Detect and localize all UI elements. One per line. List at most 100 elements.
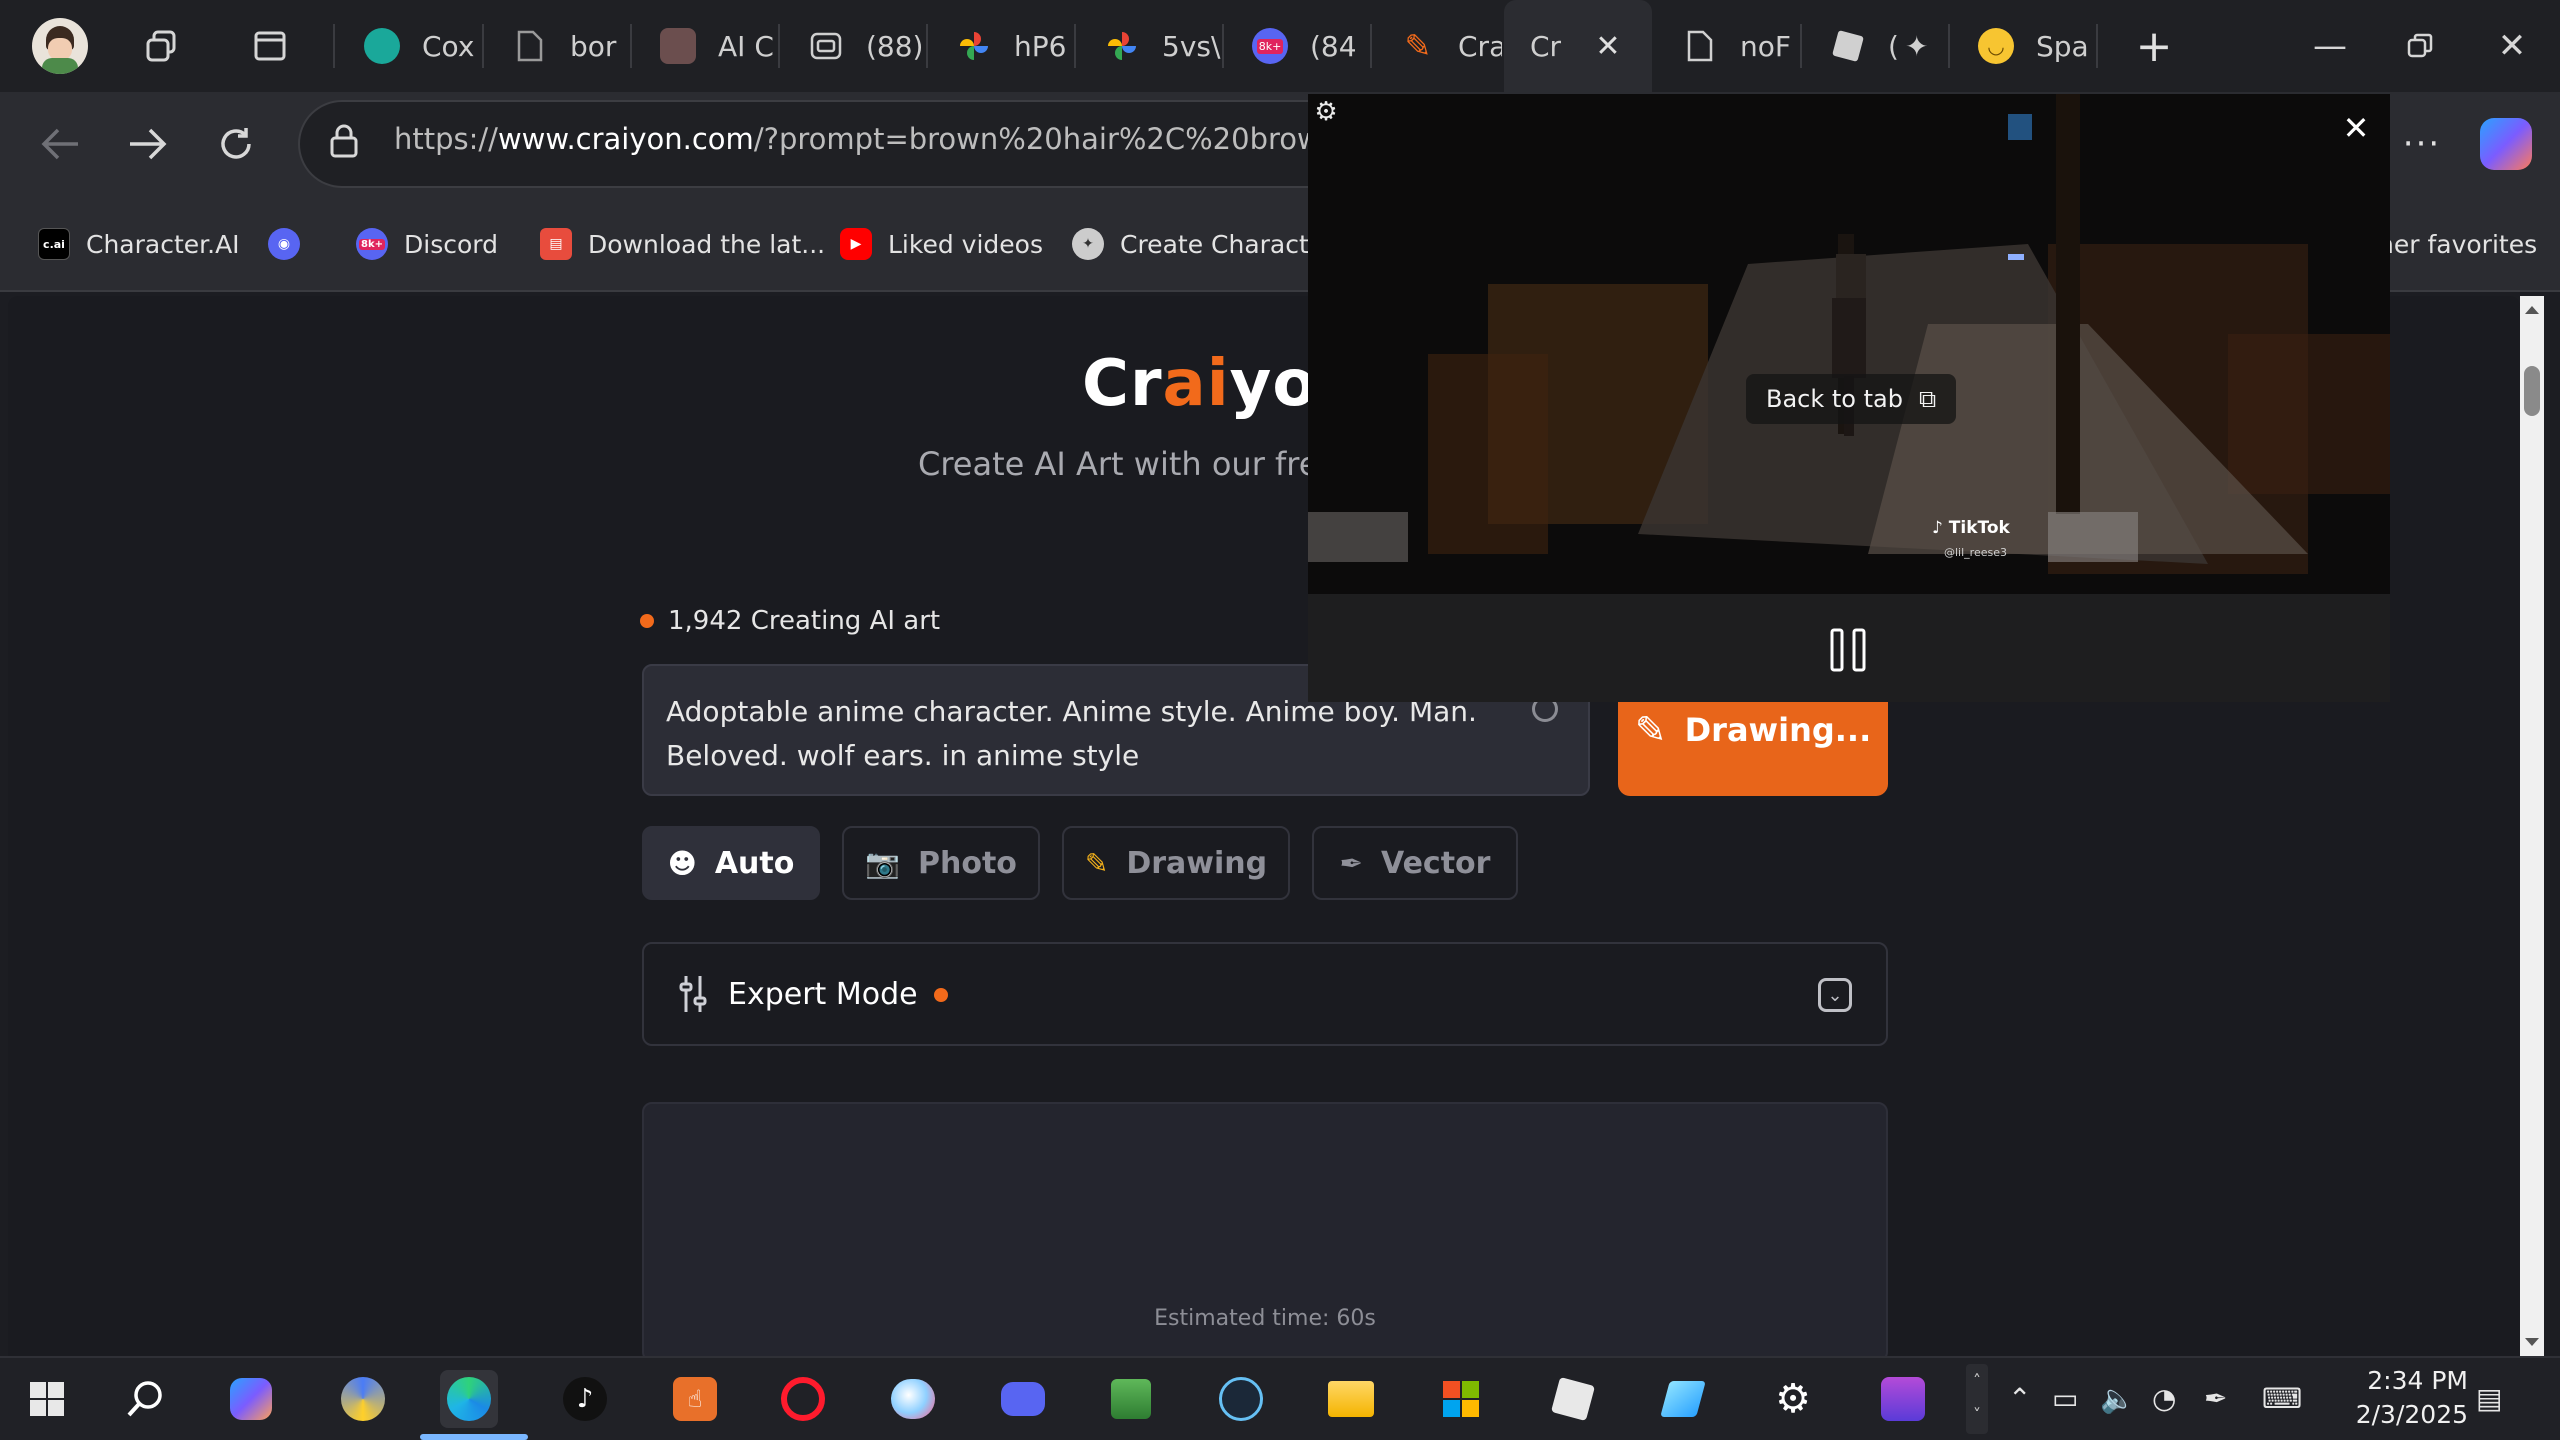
copilot-icon[interactable] <box>2480 118 2532 170</box>
roblox-icon <box>1830 28 1866 64</box>
show-hidden-icons[interactable]: ⌃ <box>2008 1382 2031 1415</box>
camera-icon: 📷 <box>865 846 900 880</box>
url-text[interactable]: https://www.craiyon.com/?prompt=brown%20… <box>394 122 1314 156</box>
pencil-icon: ✎ <box>1084 846 1109 880</box>
close-tab-icon[interactable]: ✕ <box>1588 26 1628 66</box>
favorite-character-ai[interactable]: c.ai Character.AI <box>38 224 240 264</box>
volume-icon[interactable]: 🔈 <box>2100 1382 2135 1415</box>
workspaces-icon[interactable] <box>140 24 184 68</box>
gear-icon[interactable]: ⚙ <box>1310 96 1342 128</box>
tab-label: Spa <box>2036 29 2089 63</box>
tab-label: (84 <box>1310 29 1357 63</box>
scroll-down-icon[interactable] <box>2525 1338 2539 1346</box>
notifications-icon[interactable]: ▤ <box>2476 1382 2502 1415</box>
style-drawing-button[interactable]: ✎ Drawing <box>1062 826 1290 900</box>
more-options-icon[interactable]: ··· <box>2398 124 2446 164</box>
close-window-button[interactable]: ✕ <box>2466 0 2558 92</box>
search-icon[interactable] <box>116 1370 174 1428</box>
new-tab-icon[interactable]: + <box>2130 21 2178 72</box>
pen-nib-icon: ✒ <box>1339 846 1363 880</box>
tab-ai-c[interactable]: AI C <box>632 0 778 92</box>
close-icon[interactable]: ✕ <box>2336 108 2376 148</box>
live-dot-icon <box>640 614 654 628</box>
taskbar-scroll-icon[interactable]: ˄ ˅ <box>1966 1364 1988 1434</box>
paint-icon[interactable] <box>884 1370 942 1428</box>
clock[interactable]: 2:34 PM 2/3/2025 <box>2318 1364 2468 1432</box>
tab-roblox[interactable]: ( ✦ <box>1802 0 1948 92</box>
pencil-icon: ✎ <box>1634 708 1667 752</box>
style-photo-button[interactable]: 📷 Photo <box>842 826 1040 900</box>
pip-video[interactable] <box>1308 94 2390 594</box>
discord-icon[interactable] <box>994 1370 1052 1428</box>
refresh-button[interactable] <box>204 112 268 176</box>
style-vector-button[interactable]: ✒ Vector <box>1312 826 1518 900</box>
battery-icon[interactable]: ▭ <box>2052 1382 2078 1415</box>
scroll-up-icon[interactable] <box>2525 306 2539 314</box>
vertical-tabs-icon[interactable] <box>248 24 292 68</box>
edge-icon[interactable] <box>440 1370 498 1428</box>
firefox-icon[interactable] <box>334 1370 392 1428</box>
discord-badge-icon: 8k+ <box>1252 28 1288 64</box>
tab-bor[interactable]: bor <box>484 0 630 92</box>
forward-button[interactable] <box>116 112 180 176</box>
notepad-icon[interactable] <box>1102 1370 1160 1428</box>
style-auto-button[interactable]: ☻ Auto <box>642 826 820 900</box>
expert-dot-icon <box>933 987 948 1002</box>
scroll-thumb[interactable] <box>2524 366 2540 416</box>
tiktok-icon[interactable]: ♪ <box>556 1370 614 1428</box>
profile-avatar[interactable] <box>32 18 88 74</box>
file-explorer-icon[interactable] <box>1322 1370 1380 1428</box>
tab-craiyon[interactable]: ✎ Cra <box>1372 0 1502 92</box>
keyboard-icon[interactable]: ⌨ <box>2262 1382 2302 1415</box>
tab-label: noF <box>1740 29 1791 63</box>
copilot-app-icon[interactable] <box>222 1370 280 1428</box>
tab-5vs[interactable]: 5vs\ <box>1076 0 1222 92</box>
restore-button[interactable] <box>2374 0 2466 92</box>
favorite-create-character[interactable]: ✦ Create Character <box>1072 224 1334 264</box>
settings-icon[interactable]: ⚙ <box>1764 1370 1822 1428</box>
favorite-discord-icon-only[interactable]: ◉ <box>268 224 316 264</box>
sliders-icon <box>678 974 708 1014</box>
pen-icon[interactable]: ✒ <box>2204 1382 2227 1415</box>
youtube-icon: ▶ <box>840 228 872 260</box>
tab-label: Cr <box>1530 29 1562 63</box>
tab-84[interactable]: 8k+ (84 <box>1224 0 1370 92</box>
roblox-studio-icon[interactable] <box>1654 1370 1712 1428</box>
page-scrollbar[interactable] <box>2520 296 2544 1356</box>
tab-craiyon-active[interactable]: Cr <box>1504 0 1652 92</box>
tab-88[interactable]: (88) <box>780 0 926 92</box>
pause-icon[interactable] <box>1828 628 1868 672</box>
steam-icon[interactable] <box>1212 1370 1270 1428</box>
tab-label: ( <box>1888 29 1899 63</box>
favorite-liked-videos[interactable]: ▶ Liked videos <box>840 224 1043 264</box>
favorite-discord[interactable]: 8k+ Discord <box>356 224 498 264</box>
game-launcher-icon[interactable]: ☝ <box>666 1370 724 1428</box>
chevron-down-icon[interactable]: ⌄ <box>1818 978 1852 1012</box>
start-button[interactable] <box>18 1370 76 1428</box>
roblox-icon[interactable] <box>1544 1370 1602 1428</box>
smiley-icon: ◡ <box>1978 28 2014 64</box>
tab-cox[interactable]: Cox <box>336 0 482 92</box>
tab-label: 5vs\ <box>1162 29 1221 63</box>
lock-icon[interactable] <box>330 124 366 164</box>
estimated-time: Estimated time: 60s <box>1154 1306 1376 1331</box>
back-button[interactable] <box>28 112 92 176</box>
tab-hp6[interactable]: hP6 <box>928 0 1074 92</box>
tab-nof[interactable]: noF <box>1654 0 1800 92</box>
wifi-icon[interactable]: ◔ <box>2152 1382 2176 1415</box>
discord-icon: ◉ <box>268 228 300 260</box>
minimize-button[interactable]: — <box>2284 0 2376 92</box>
favorite-download[interactable]: ▤ Download the lat... <box>540 224 825 264</box>
tab-label: hP6 <box>1014 29 1067 63</box>
expert-mode-label[interactable]: Expert Mode <box>728 977 948 1012</box>
store-icon: ▤ <box>540 228 572 260</box>
back-to-tab-button[interactable]: Back to tab ⧉ <box>1746 374 1957 424</box>
microsoft-store-icon[interactable] <box>1432 1370 1490 1428</box>
other-favorites[interactable]: her favorites <box>2378 224 2537 264</box>
anime-avatar-app-icon[interactable] <box>1874 1370 1932 1428</box>
opera-icon[interactable] <box>774 1370 832 1428</box>
tab-spa[interactable]: ◡ Spa <box>1950 0 2096 92</box>
discord-badge-icon: 8k+ <box>356 228 388 260</box>
active-app-indicator <box>420 1434 528 1440</box>
pinwheel-icon <box>956 28 992 64</box>
